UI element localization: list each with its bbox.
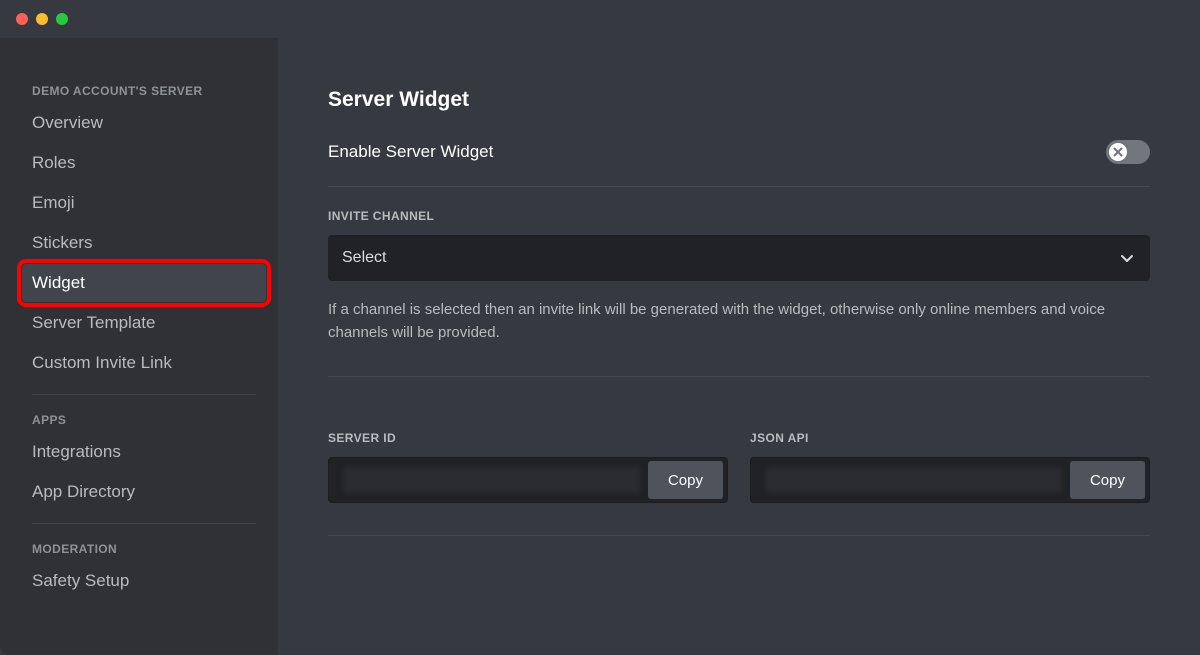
enable-widget-label: Enable Server Widget — [328, 142, 493, 162]
minimize-window-button[interactable] — [36, 13, 48, 25]
sidebar-item-widget[interactable]: Widget — [22, 264, 266, 302]
app-window: DEMO ACCOUNT'S SERVER Overview Roles Emo… — [0, 0, 1200, 655]
id-api-row: SERVER ID Copy JSON API Copy — [328, 431, 1150, 503]
invite-channel-select[interactable]: Select — [328, 235, 1150, 281]
page-title: Server Widget — [328, 88, 1150, 112]
sidebar-item-app-directory[interactable]: App Directory — [22, 473, 266, 511]
server-id-label: SERVER ID — [328, 431, 728, 445]
json-api-label: JSON API — [750, 431, 1150, 445]
sidebar-group-header-server: DEMO ACCOUNT'S SERVER — [22, 78, 266, 104]
server-id-section: SERVER ID Copy — [328, 431, 728, 503]
json-api-section: JSON API Copy — [750, 431, 1150, 503]
close-window-button[interactable] — [16, 13, 28, 25]
enable-widget-row: Enable Server Widget — [328, 140, 1150, 164]
sidebar-item-safety-setup[interactable]: Safety Setup — [22, 562, 266, 600]
chevron-down-icon — [1118, 249, 1136, 267]
toggle-knob — [1109, 143, 1127, 161]
server-id-box: Copy — [328, 457, 728, 503]
maximize-window-button[interactable] — [56, 13, 68, 25]
close-icon — [1113, 147, 1123, 157]
window-titlebar — [0, 0, 1200, 38]
settings-sidebar: DEMO ACCOUNT'S SERVER Overview Roles Emo… — [0, 38, 278, 655]
invite-channel-help: If a channel is selected then an invite … — [328, 299, 1150, 344]
sidebar-item-overview[interactable]: Overview — [22, 104, 266, 142]
sidebar-item-emoji[interactable]: Emoji — [22, 184, 266, 222]
sidebar-item-roles[interactable]: Roles — [22, 144, 266, 182]
content-divider — [328, 376, 1150, 377]
sidebar-divider — [32, 394, 256, 395]
json-api-value — [765, 467, 1062, 493]
sidebar-group-header-apps: APPS — [22, 407, 266, 433]
body: DEMO ACCOUNT'S SERVER Overview Roles Emo… — [0, 38, 1200, 655]
enable-widget-toggle[interactable] — [1106, 140, 1150, 164]
sidebar-item-server-template[interactable]: Server Template — [22, 304, 266, 342]
copy-json-api-button[interactable]: Copy — [1070, 461, 1145, 499]
sidebar-item-stickers[interactable]: Stickers — [22, 224, 266, 262]
json-api-box: Copy — [750, 457, 1150, 503]
server-id-value — [343, 467, 640, 493]
main-content: Server Widget Enable Server Widget INVIT… — [278, 38, 1200, 655]
sidebar-divider — [32, 523, 256, 524]
invite-channel-value: Select — [342, 249, 386, 267]
sidebar-item-integrations[interactable]: Integrations — [22, 433, 266, 471]
content-divider — [328, 535, 1150, 536]
sidebar-item-custom-invite-link[interactable]: Custom Invite Link — [22, 344, 266, 382]
sidebar-group-header-moderation: MODERATION — [22, 536, 266, 562]
copy-server-id-button[interactable]: Copy — [648, 461, 723, 499]
content-divider — [328, 186, 1150, 187]
invite-channel-label: INVITE CHANNEL — [328, 209, 1150, 223]
